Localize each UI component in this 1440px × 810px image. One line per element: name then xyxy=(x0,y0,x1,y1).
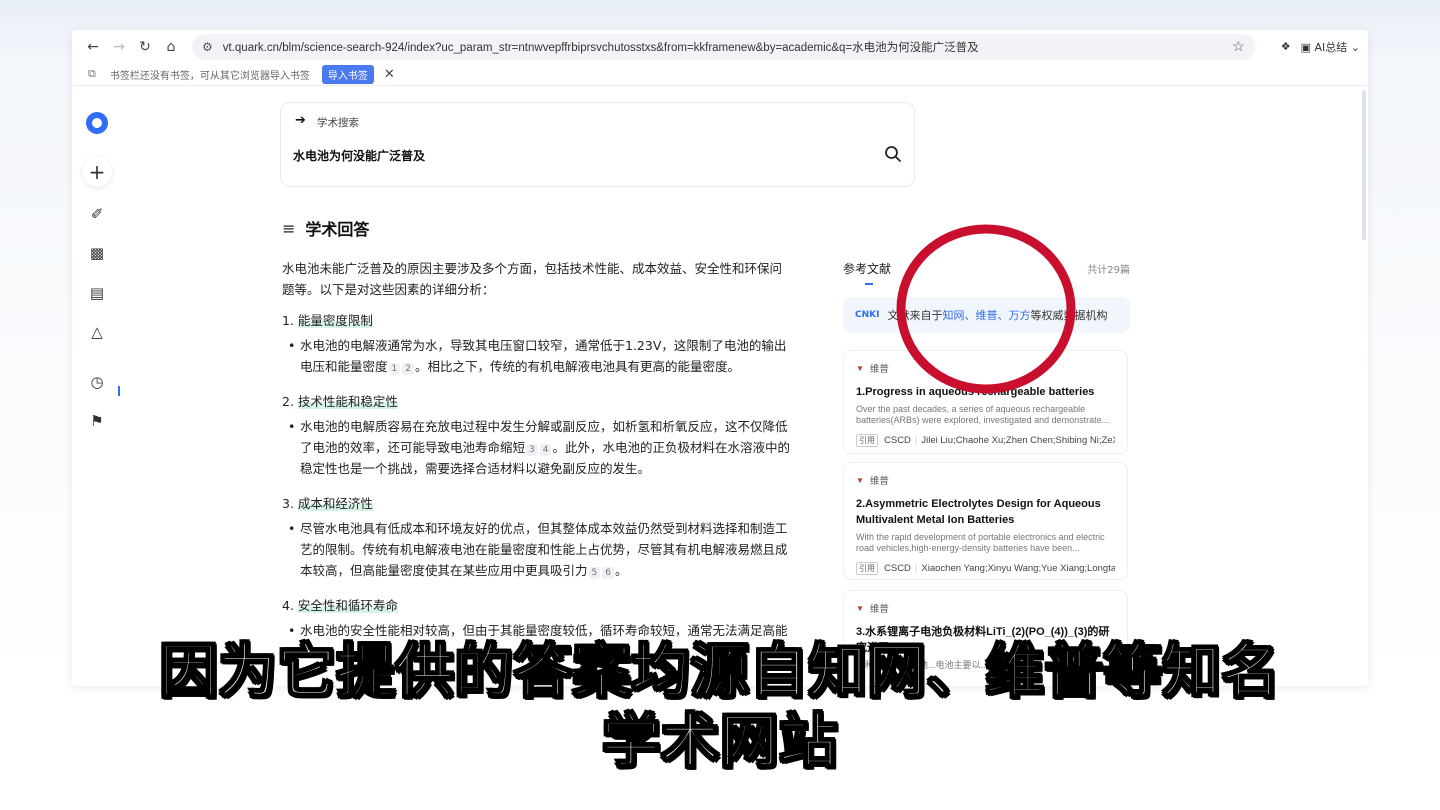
source-links[interactable]: 知网、维普、万方 xyxy=(942,307,1030,323)
source-logos: CNKI xyxy=(855,310,880,320)
section-text: 。相比之下，传统的有机电解液电池具有更高的能量密度。 xyxy=(414,359,740,374)
section-heading: 技术性能和稳定性 xyxy=(297,394,398,409)
subtitle-line: 因为它提供的答案均源自知网、维普等知名 xyxy=(158,636,1281,706)
citation-badge[interactable]: 1 xyxy=(388,363,401,375)
ai-summary-button[interactable]: ▣ AI总结 ⌄ xyxy=(1301,39,1360,55)
terminal-icon[interactable]: ▩ xyxy=(84,240,110,266)
reference-card[interactable]: ▼ 维普 2.Asymmetric Electrolytes Design for… xyxy=(843,462,1128,580)
reference-source: 维普 xyxy=(869,364,889,375)
image-icon[interactable]: ▤ xyxy=(84,280,110,306)
search-input[interactable]: 水电池为何没能广泛普及 xyxy=(293,147,425,164)
reference-title[interactable]: 2.Asymmetric Electrolytes Design for Aqu… xyxy=(856,496,1115,528)
text-lines-icon: ≡ xyxy=(282,218,296,238)
references-count: 共计29篇 xyxy=(1087,265,1130,276)
breadcrumb[interactable]: 学术搜索 xyxy=(317,115,359,130)
source-suffix: 等权威数据机构 xyxy=(1030,309,1108,322)
weipu-logo-icon: ▼ xyxy=(856,363,864,373)
weipu-logo-icon: ▼ xyxy=(856,603,864,613)
url-text[interactable]: vt.quark.cn/blm/science-search-924/index… xyxy=(223,39,1226,55)
section-heading: 安全性和循环寿命 xyxy=(297,598,398,613)
academic-cap-icon[interactable]: △ xyxy=(84,319,110,345)
cite-tag[interactable]: 引用 xyxy=(856,434,878,447)
back-icon[interactable]: ← xyxy=(80,34,106,60)
search-box: ➔ 学术搜索 水电池为何没能广泛普及 xyxy=(280,102,915,187)
close-icon[interactable]: ✕ xyxy=(384,67,395,82)
browser-toolbar: ← → ↻ ⌂ ⚙ vt.quark.cn/blm/science-search… xyxy=(72,30,1368,63)
site-settings-icon[interactable]: ⚙ xyxy=(202,40,213,54)
citation-badge[interactable]: 3 xyxy=(526,444,538,456)
reference-source: 维普 xyxy=(869,476,889,487)
references-tab-underline xyxy=(865,283,873,285)
answer-section: 3. 成本和经济性 • 尽管水电池具有低成本和环境友好的优点，但其整体成本效益仍然… xyxy=(282,496,788,579)
citation-badge[interactable]: 6 xyxy=(602,567,614,579)
section-heading: 成本和经济性 xyxy=(297,496,373,511)
new-chat-button[interactable]: + xyxy=(82,157,112,187)
cite-tag[interactable]: 引用 xyxy=(856,562,878,575)
citation-badge[interactable]: 4 xyxy=(539,444,552,456)
reference-journal: CSCD xyxy=(884,563,911,574)
section-text: 尽管水电池具有低成本和环境友好的优点，但其整体成本效益仍然受到材料选择和制造工艺… xyxy=(300,521,788,578)
address-bar[interactable]: ⚙ vt.quark.cn/blm/science-search-924/ind… xyxy=(192,33,1255,60)
section-text: 。 xyxy=(614,563,628,578)
section-number: 4. xyxy=(282,598,294,613)
section-number: 3. xyxy=(282,496,294,511)
answer-section: 4. 安全性和循环寿命 • 水电池的安全性能相对较高，但由于其能量密度较低，循环寿… xyxy=(282,598,788,638)
magic-pen-icon[interactable]: ✐ xyxy=(84,201,110,227)
reference-abstract: Over the past decades, a series of aqueo… xyxy=(856,404,1110,425)
history-icon[interactable]: ◷ xyxy=(84,369,110,395)
reference-authors: Xiaochen Yang;Xinyu Wang;Yue Xiang;Longt… xyxy=(921,563,1115,574)
bookmark-add-icon[interactable]: ⚑ xyxy=(84,408,110,434)
subtitle-line: 学术网站 xyxy=(601,706,838,776)
back-arrow-icon[interactable]: ➔ xyxy=(295,113,306,128)
answer-section: 2. 技术性能和稳定性 • 水电池的电解质容易在充放电过程中发生分解或副反应，如析… xyxy=(282,394,790,476)
bookmark-star-icon[interactable]: ☆ xyxy=(1232,38,1245,55)
bookmark-folder-icon: ⧉ xyxy=(88,67,96,80)
citation-badge[interactable]: 2 xyxy=(402,363,414,375)
citation-badge[interactable]: 5 xyxy=(588,567,601,579)
bookmark-bar-hint: 书签栏还没有书签，可从其它浏览器导入书签 xyxy=(109,70,310,82)
active-indicator xyxy=(118,386,120,396)
reference-authors: Jilei Liu;Chaohe Xu;Zhen Chen;Shibing Ni… xyxy=(921,435,1115,446)
reload-icon[interactable]: ↻ xyxy=(132,34,158,60)
reference-journal: CSCD xyxy=(884,435,911,446)
references-title[interactable]: 参考文献 xyxy=(843,260,891,277)
video-subtitle: 因为它提供的答案均源自知网、维普等知名 学术网站 xyxy=(0,636,1440,776)
academic-answer: ≡ 学术回答 水电池未能广泛普及的原因主要涉及多个方面，包括技术性能、成本效益、… xyxy=(282,216,792,641)
reference-source: 维普 xyxy=(869,604,889,615)
reference-card[interactable]: ▼ 维普 1.Progress in aqueous rechargeable b… xyxy=(843,350,1128,454)
source-info-banner: CNKI 文献来自于 知网、维普、万方 等权威数据机构 xyxy=(843,297,1130,333)
weipu-logo-icon: ▼ xyxy=(856,475,864,485)
reference-title[interactable]: 1.Progress in aqueous rechargeable batte… xyxy=(856,384,1115,400)
left-sidebar: + ✐ ▩ ▤ △ ◷ ⚑ xyxy=(72,88,122,686)
answer-intro: 水电池未能广泛普及的原因主要涉及多个方面，包括技术性能、成本效益、安全性和环保问… xyxy=(282,261,783,297)
section-number: 1. xyxy=(282,313,294,328)
reference-abstract: With the rapid development of portable e… xyxy=(856,532,1105,553)
references-panel: 参考文献 共计29篇 CNKI 文献来自于 知网、维普、万方 等权威数据机构 ▼… xyxy=(843,260,1130,686)
source-prefix: 文献来自于 xyxy=(887,309,943,322)
answer-section: 1. 能量密度限制 • 水电池的电解液通常为水，导致其电压窗口较窄，通常低于1.2… xyxy=(282,313,787,375)
quark-logo-icon[interactable] xyxy=(84,110,110,136)
bookmark-bar: ⧉ 书签栏还没有书签，可从其它浏览器导入书签 导入书签 ✕ xyxy=(72,63,1368,86)
page-scrollbar[interactable] xyxy=(1362,90,1366,240)
browser-window: ← → ↻ ⌂ ⚙ vt.quark.cn/blm/science-search… xyxy=(72,30,1368,686)
ai-summary-label: AI总结 xyxy=(1314,40,1348,54)
forward-icon[interactable]: → xyxy=(106,34,132,60)
answer-title: 学术回答 xyxy=(305,220,370,239)
section-heading: 能量密度限制 xyxy=(297,313,373,328)
section-number: 2. xyxy=(282,394,294,409)
search-icon[interactable] xyxy=(884,145,902,163)
import-bookmarks-button[interactable]: 导入书签 xyxy=(321,64,374,84)
home-icon[interactable]: ⌂ xyxy=(158,34,184,60)
extensions-icon[interactable]: ❖ xyxy=(1281,40,1291,53)
